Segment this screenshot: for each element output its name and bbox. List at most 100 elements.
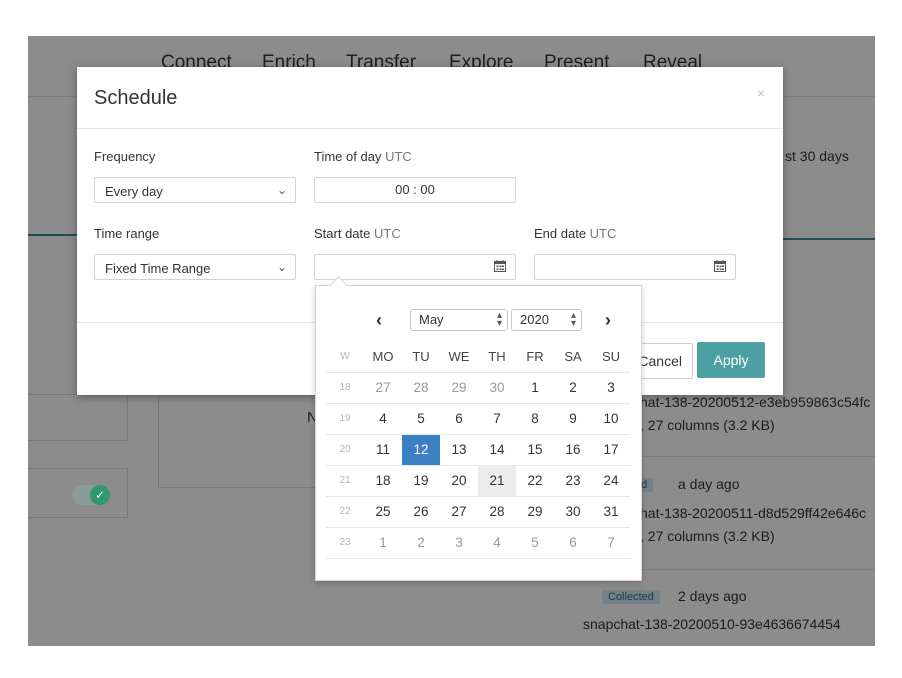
weekday-header: MO	[372, 349, 394, 364]
weekday-header-row: W MO TU WE TH FR SA SU	[326, 342, 630, 373]
calendar-icon	[714, 260, 726, 272]
week-number: 20	[339, 444, 351, 455]
day-cell[interactable]: 11	[364, 435, 402, 465]
month-value: May	[419, 312, 444, 327]
chevron-left-icon[interactable]: ‹	[376, 310, 382, 331]
week-header: W	[340, 351, 350, 362]
day-cell[interactable]: 6	[440, 404, 478, 434]
day-cell[interactable]: 8	[516, 404, 554, 434]
week-number: 18	[339, 382, 351, 393]
day-cell[interactable]: 19	[402, 466, 440, 496]
day-cell[interactable]: 5	[516, 528, 554, 558]
day-cell[interactable]: 29	[440, 373, 478, 403]
datepicker: ‹ May ▴ ▾ 2020 ▴ ▾ › W MO TU WE TH FR SA S…	[315, 276, 642, 581]
start-date-input[interactable]	[314, 254, 516, 280]
week-row: 20 11 12 13 14 15 16 17	[326, 435, 630, 466]
day-cell[interactable]: 10	[592, 404, 630, 434]
toggle-switch[interactable]: ✓	[72, 485, 110, 505]
apply-button[interactable]: Apply	[697, 342, 765, 378]
month-select[interactable]: May ▴ ▾	[410, 309, 508, 331]
day-cell[interactable]: 3	[592, 373, 630, 403]
weekday-header: TH	[488, 349, 506, 364]
week-row: 19 4 5 6 7 8 9 10	[326, 404, 630, 435]
day-cell[interactable]: 28	[402, 373, 440, 403]
day-cell[interactable]: 16	[554, 435, 592, 465]
check-icon: ✓	[90, 485, 110, 505]
time-of-day-input[interactable]: 00 : 00	[314, 177, 516, 203]
day-cell[interactable]: 1	[364, 528, 402, 558]
utc-label: UTC	[385, 149, 412, 164]
day-cell[interactable]: 22	[516, 466, 554, 496]
calendar-icon	[494, 260, 506, 272]
week-row: 23 1 2 3 4 5 6 7	[326, 528, 630, 559]
cancel-button[interactable]: Cancel	[633, 343, 693, 379]
chevron-right-icon[interactable]: ›	[605, 310, 611, 331]
utc-label: UTC	[589, 226, 617, 241]
day-cell[interactable]: 2	[554, 373, 592, 403]
day-cell[interactable]: 15	[516, 435, 554, 465]
header-divider	[77, 128, 783, 129]
dialog-title: Schedule	[94, 87, 178, 109]
utc-label: UTC	[374, 226, 401, 241]
day-cell[interactable]: 2	[402, 528, 440, 558]
day-cell[interactable]: 13	[440, 435, 478, 465]
day-cell[interactable]: 1	[516, 373, 554, 403]
year-value: 2020	[520, 312, 549, 327]
day-cell[interactable]: 27	[440, 497, 478, 527]
day-cell[interactable]: 9	[554, 404, 592, 434]
day-cell[interactable]: 14	[478, 435, 516, 465]
weekday-header: WE	[448, 349, 470, 364]
frequency-value: Every day	[105, 184, 163, 199]
day-cell[interactable]: 18	[364, 466, 402, 496]
day-cell[interactable]: 24	[592, 466, 630, 496]
day-cell[interactable]: 5	[402, 404, 440, 434]
time-range-select[interactable]: Fixed Time Range ⌄	[94, 254, 296, 280]
week-row: 22 25 26 27 28 29 30 31	[326, 497, 630, 528]
day-cell[interactable]: 4	[478, 528, 516, 558]
spinner-icon: ▴ ▾	[496, 310, 502, 329]
day-cell[interactable]: 23	[554, 466, 592, 496]
week-number: 21	[339, 475, 351, 486]
day-cell[interactable]: 29	[516, 497, 554, 527]
calendar-grid: W MO TU WE TH FR SA SU 18 27 28 29 30 1 2 3 19 4 5…	[326, 342, 630, 559]
day-cell[interactable]: 20	[440, 466, 478, 496]
chevron-down-icon: ⌄	[276, 260, 287, 274]
week-row: 21 18 19 20 21 22 23 24	[326, 466, 630, 497]
day-cell[interactable]: 27	[364, 373, 402, 403]
end-date-text: End date	[534, 226, 587, 241]
day-cell[interactable]: 12	[402, 435, 440, 465]
weekday-header: TU	[412, 349, 430, 364]
week-number: 22	[339, 506, 351, 517]
end-date-input[interactable]	[534, 254, 736, 280]
end-date-label: End date UTC	[534, 226, 616, 241]
day-cell[interactable]: 7	[592, 528, 630, 558]
week-number: 23	[339, 537, 351, 548]
day-cell[interactable]: 3	[440, 528, 478, 558]
day-cell[interactable]: 21	[478, 466, 516, 496]
time-range-label: Time range	[94, 226, 160, 241]
frequency-select[interactable]: Every day ⌄	[94, 177, 296, 203]
day-cell[interactable]: 7	[478, 404, 516, 434]
weekday-header: SU	[601, 349, 621, 364]
chevron-down-icon: ⌄	[276, 183, 287, 197]
datepicker-header: ‹ May ▴ ▾ 2020 ▴ ▾ ›	[326, 306, 630, 338]
day-cell[interactable]: 30	[554, 497, 592, 527]
day-cell[interactable]: 30	[478, 373, 516, 403]
weekday-header: FR	[526, 349, 544, 364]
frequency-label: Frequency	[94, 149, 156, 164]
day-cell[interactable]: 31	[592, 497, 630, 527]
day-cell[interactable]: 25	[364, 497, 402, 527]
day-cell[interactable]: 4	[364, 404, 402, 434]
spinner-icon: ▴ ▾	[570, 310, 576, 329]
day-cell[interactable]: 28	[478, 497, 516, 527]
time-range-value: Fixed Time Range	[105, 261, 211, 276]
close-icon[interactable]: ×	[757, 85, 765, 101]
time-of-day-text: Time of day	[314, 149, 382, 164]
day-cell[interactable]: 26	[402, 497, 440, 527]
week-number: 19	[339, 413, 351, 424]
year-select[interactable]: 2020 ▴ ▾	[511, 309, 582, 331]
cancel-label: Cancel	[638, 353, 682, 369]
day-cell[interactable]: 6	[554, 528, 592, 558]
day-cell[interactable]: 17	[592, 435, 630, 465]
weekday-header: SA	[564, 349, 582, 364]
